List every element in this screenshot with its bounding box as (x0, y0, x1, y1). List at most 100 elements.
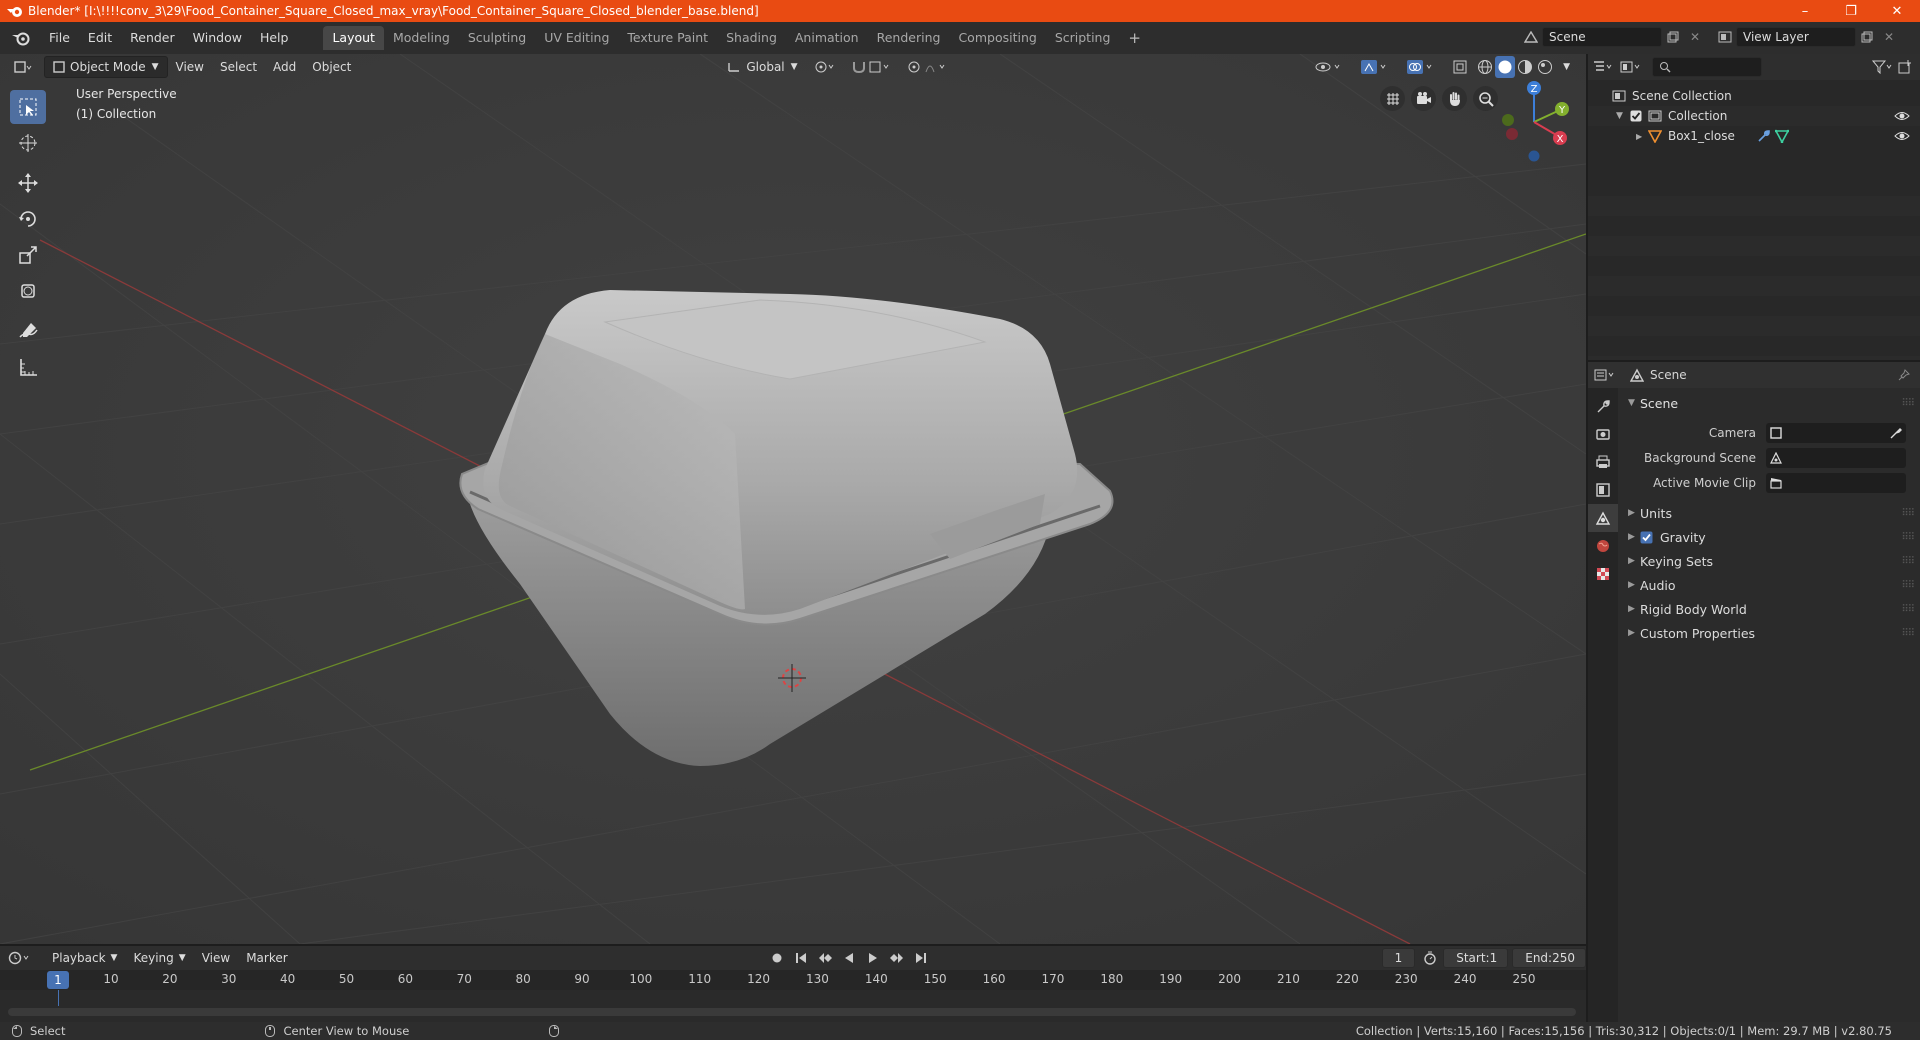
visibility-button[interactable] (1307, 56, 1353, 78)
tab-scripting[interactable]: Scripting (1046, 26, 1120, 50)
expand-arrow-icon[interactable]: ▶ (1636, 132, 1648, 141)
prev-keyframe-button[interactable] (814, 948, 836, 968)
pivot-point-button[interactable] (806, 56, 844, 78)
play-reverse-button[interactable] (838, 948, 860, 968)
snap-button[interactable] (844, 56, 900, 78)
tab-rendering[interactable]: Rendering (868, 26, 950, 50)
blender-menu-button[interactable] (8, 25, 34, 51)
menu-edit[interactable]: Edit (79, 26, 121, 50)
frame-ruler[interactable]: 1 10 20 30 40 50 60 70 80 90 100 110 120 130 140 150 16… (0, 970, 1586, 990)
tab-animation[interactable]: Animation (786, 26, 868, 50)
outliner-row-collection[interactable]: ▼ Collection (1588, 106, 1920, 126)
timeline-scrollbar[interactable] (8, 1008, 1576, 1016)
shading-wireframe[interactable] (1475, 56, 1495, 78)
tab-modeling[interactable]: Modeling (384, 26, 459, 50)
drag-grip-icon[interactable]: ⠿⠿ (1901, 508, 1915, 519)
mode-dropdown[interactable]: Object Mode ▼ (44, 56, 168, 78)
eye-icon[interactable] (1894, 110, 1910, 122)
rigid-body-world-panel[interactable]: ▶ Rigid Body World ⠿⠿ (1620, 597, 1920, 621)
gravity-panel[interactable]: ▶ Gravity ⠿⠿ (1620, 525, 1920, 549)
tab-tool[interactable] (1588, 392, 1618, 420)
mesh-data-icon[interactable] (1774, 129, 1789, 143)
gizmos-button[interactable] (1353, 56, 1399, 78)
tab-view-layer[interactable] (1588, 476, 1618, 504)
menu-file[interactable]: File (40, 26, 79, 50)
orientation-dropdown[interactable]: Global ▼ (719, 56, 805, 78)
toggle-ortho-button[interactable] (1380, 86, 1405, 111)
cursor-tool[interactable] (10, 126, 46, 160)
transform-tool[interactable] (10, 274, 46, 308)
select-box-tool[interactable] (10, 90, 46, 124)
display-mode-button[interactable] (1620, 57, 1642, 77)
jump-start-button[interactable] (790, 948, 812, 968)
maximize-button[interactable]: ❐ (1828, 0, 1874, 22)
close-scene-icon[interactable]: ✕ (1684, 27, 1706, 47)
pan-view-button[interactable] (1442, 86, 1467, 111)
camera-view-button[interactable] (1411, 86, 1436, 111)
gravity-checkbox[interactable] (1640, 531, 1653, 544)
preview-range-button[interactable] (1423, 948, 1437, 968)
drag-grip-icon[interactable]: ⠿⠿ (1901, 398, 1915, 409)
drag-grip-icon[interactable]: ⠿⠿ (1901, 556, 1915, 567)
jump-end-button[interactable] (910, 948, 932, 968)
properties-editor-type-button[interactable] (1594, 365, 1616, 385)
copy-view-layer-icon[interactable] (1856, 27, 1878, 47)
annotate-tool[interactable] (10, 314, 46, 348)
view-layer-field[interactable]: View Layer (1736, 27, 1856, 47)
tab-texture-paint[interactable]: Texture Paint (618, 26, 717, 50)
tab-layout[interactable]: Layout (323, 26, 384, 50)
drag-grip-icon[interactable]: ⠿⠿ (1901, 532, 1915, 543)
minimize-button[interactable]: – (1782, 0, 1828, 22)
units-panel[interactable]: ▶ Units ⠿⠿ (1620, 501, 1920, 525)
tab-scene[interactable] (1588, 504, 1618, 532)
audio-panel[interactable]: ▶ Audio ⠿⠿ (1620, 573, 1920, 597)
filter-button[interactable] (1872, 57, 1894, 77)
measure-tool[interactable] (10, 350, 46, 384)
proportional-edit-button[interactable] (900, 56, 962, 78)
shading-solid[interactable] (1495, 56, 1516, 78)
menu-object[interactable]: Object (304, 56, 359, 78)
copy-scene-icon[interactable] (1662, 27, 1684, 47)
add-workspace-button[interactable]: + (1119, 26, 1150, 50)
tab-compositing[interactable]: Compositing (949, 26, 1045, 50)
navigation-gizmo[interactable]: Z Y X (1494, 76, 1574, 166)
outliner-editor-type-button[interactable] (1592, 57, 1614, 77)
timeline-editor-type-button[interactable] (8, 948, 34, 968)
scene-name-field[interactable]: Scene (1542, 27, 1662, 47)
tab-sculpting[interactable]: Sculpting (459, 26, 535, 50)
playback-menu[interactable]: Playback ▼ (44, 947, 125, 969)
tab-render[interactable] (1588, 420, 1618, 448)
record-button[interactable] (766, 948, 788, 968)
current-frame-field[interactable]: 1 (1381, 948, 1416, 968)
start-frame-field[interactable]: Start: 1 (1443, 948, 1509, 968)
modifier-wrench-icon[interactable] (1757, 129, 1771, 143)
editor-type-button[interactable] (6, 56, 40, 78)
outliner-row-box1-close[interactable]: ▶ Box1_close (1588, 126, 1920, 146)
play-button[interactable] (862, 948, 884, 968)
tab-shading[interactable]: Shading (717, 26, 786, 50)
background-scene-field[interactable] (1766, 447, 1906, 468)
scene-panel-header[interactable]: ▼ Scene ⠿⠿ (1620, 392, 1920, 414)
menu-help[interactable]: Help (251, 26, 298, 50)
drag-grip-icon[interactable]: ⠿⠿ (1901, 580, 1915, 591)
custom-properties-panel[interactable]: ▶ Custom Properties ⠿⠿ (1620, 621, 1920, 645)
eyedropper-icon[interactable] (1890, 427, 1902, 439)
shading-options[interactable]: ▼ (1555, 56, 1578, 78)
tab-uv-editing[interactable]: UV Editing (535, 26, 618, 50)
menu-view[interactable]: View (168, 56, 212, 78)
tab-world[interactable] (1588, 532, 1618, 560)
keying-sets-panel[interactable]: ▶ Keying Sets ⠿⠿ (1620, 549, 1920, 573)
marker-menu[interactable]: Marker (238, 947, 295, 969)
menu-select[interactable]: Select (212, 56, 265, 78)
close-button[interactable]: ✕ (1874, 0, 1920, 22)
keying-menu[interactable]: Keying ▼ (125, 947, 193, 969)
new-collection-button[interactable] (1894, 57, 1916, 77)
next-keyframe-button[interactable] (886, 948, 908, 968)
view-layer-icon[interactable] (1714, 27, 1736, 47)
timeline-track[interactable] (0, 990, 1586, 1022)
rotate-tool[interactable] (10, 202, 46, 236)
current-frame-indicator[interactable]: 1 (47, 971, 69, 989)
overlays-button[interactable] (1399, 56, 1445, 78)
scale-tool[interactable] (10, 238, 46, 272)
eye-icon[interactable] (1894, 130, 1910, 142)
